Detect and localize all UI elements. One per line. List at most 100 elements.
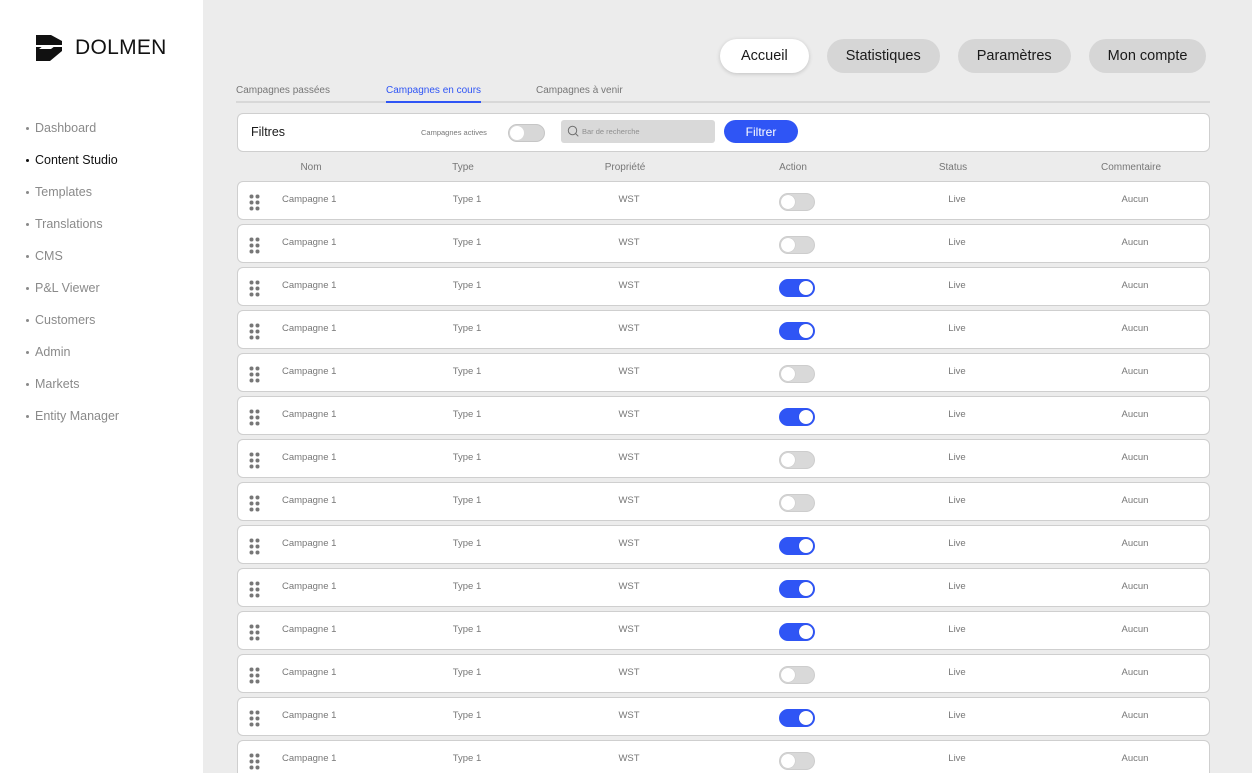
- sidebar-item-templates[interactable]: Templates: [26, 176, 119, 208]
- sidebar-item-label: P&L Viewer: [35, 281, 100, 295]
- cell-type: Type 1: [452, 194, 482, 205]
- sidebar-item-cms[interactable]: CMS: [26, 240, 119, 272]
- drag-handle-icon[interactable]: [249, 194, 260, 211]
- table-row[interactable]: Campagne 1 Type 1 WST Live Aucun: [237, 267, 1210, 306]
- drag-handle-icon[interactable]: [249, 710, 260, 727]
- sidebar-item-label: Dashboard: [35, 121, 97, 135]
- brand-logo[interactable]: DOLMEN: [35, 34, 167, 62]
- search-input[interactable]: [582, 120, 710, 143]
- tab-campagnes-en-cours[interactable]: Campagnes en cours: [386, 82, 482, 103]
- cell-type: Type 1: [452, 280, 482, 291]
- action-toggle[interactable]: [779, 537, 815, 555]
- column-header-nom: Nom: [300, 162, 322, 173]
- statistiques-button[interactable]: Statistiques: [826, 39, 940, 73]
- cell-type: Type 1: [452, 624, 482, 635]
- cell-property: WST: [618, 495, 640, 506]
- cell-name: Campagne 1: [282, 237, 337, 248]
- toggle-knob: [510, 126, 524, 140]
- active-campaigns-toggle[interactable]: [508, 124, 545, 142]
- table-row[interactable]: Campagne 1 Type 1 WST Live Aucun: [237, 611, 1210, 650]
- sidebar-item-entity-manager[interactable]: Entity Manager: [26, 400, 119, 432]
- sidebar-item-customers[interactable]: Customers: [26, 304, 119, 336]
- column-header-type: Type: [452, 162, 474, 173]
- bullet-icon: [26, 254, 29, 258]
- table-row[interactable]: Campagne 1 Type 1 WST Live Aucun: [237, 654, 1210, 693]
- sidebar-item-markets[interactable]: Markets: [26, 368, 119, 400]
- mon-compte-button[interactable]: Mon compte: [1088, 39, 1207, 73]
- brand-name: DOLMEN: [75, 36, 167, 59]
- drag-handle-icon[interactable]: [249, 237, 260, 254]
- cell-property: WST: [618, 538, 640, 549]
- table-row[interactable]: Campagne 1 Type 1 WST Live Aucun: [237, 396, 1210, 435]
- tab-campagnes-passees[interactable]: Campagnes passées: [236, 82, 330, 103]
- drag-handle-icon[interactable]: [249, 280, 260, 297]
- action-toggle[interactable]: [779, 279, 815, 297]
- accueil-button[interactable]: Accueil: [720, 39, 809, 73]
- column-header-commentaire: Commentaire: [1100, 162, 1162, 173]
- toggle-knob: [781, 496, 795, 510]
- drag-handle-icon[interactable]: [249, 323, 260, 340]
- cell-status: Live: [948, 323, 966, 334]
- action-toggle[interactable]: [779, 365, 815, 383]
- toggle-knob: [799, 281, 813, 295]
- cell-type: Type 1: [452, 237, 482, 248]
- action-toggle[interactable]: [779, 752, 815, 770]
- cell-property: WST: [618, 452, 640, 463]
- action-toggle[interactable]: [779, 623, 815, 641]
- filter-bar: Filtres Campagnes actives Filtrer: [237, 113, 1210, 152]
- table-row[interactable]: Campagne 1 Type 1 WST Live Aucun: [237, 740, 1210, 773]
- cell-type: Type 1: [452, 495, 482, 506]
- drag-handle-icon[interactable]: [249, 366, 260, 383]
- search-icon: [567, 125, 579, 137]
- drag-handle-icon[interactable]: [249, 538, 260, 555]
- action-toggle[interactable]: [779, 451, 815, 469]
- drag-handle-icon[interactable]: [249, 667, 260, 684]
- cell-type: Type 1: [452, 409, 482, 420]
- table-row[interactable]: Campagne 1 Type 1 WST Live Aucun: [237, 482, 1210, 521]
- drag-handle-icon[interactable]: [249, 624, 260, 641]
- bullet-icon: [26, 350, 29, 354]
- sidebar-item-dashboard[interactable]: Dashboard: [26, 112, 119, 144]
- action-toggle[interactable]: [779, 236, 815, 254]
- sidebar-item-label: Templates: [35, 185, 92, 199]
- drag-handle-icon[interactable]: [249, 452, 260, 469]
- sidebar-item-label: Content Studio: [35, 153, 118, 167]
- table-row[interactable]: Campagne 1 Type 1 WST Live Aucun: [237, 353, 1210, 392]
- drag-handle-icon[interactable]: [249, 753, 260, 770]
- filter-button[interactable]: Filtrer: [724, 120, 798, 143]
- sidebar-item-content-studio[interactable]: Content Studio: [26, 144, 119, 176]
- drag-handle-icon[interactable]: [249, 409, 260, 426]
- action-toggle[interactable]: [779, 322, 815, 340]
- cell-status: Live: [948, 538, 966, 549]
- cell-status: Live: [948, 581, 966, 592]
- sidebar-item-pl-viewer[interactable]: P&L Viewer: [26, 272, 119, 304]
- drag-handle-icon[interactable]: [249, 581, 260, 598]
- cell-type: Type 1: [452, 452, 482, 463]
- table-row[interactable]: Campagne 1 Type 1 WST Live Aucun: [237, 181, 1210, 220]
- parametres-button[interactable]: Paramètres: [957, 39, 1071, 73]
- sidebar-item-admin[interactable]: Admin: [26, 336, 119, 368]
- table-row[interactable]: Campagne 1 Type 1 WST Live Aucun: [237, 224, 1210, 263]
- bullet-icon: [26, 286, 29, 290]
- search-box: [561, 120, 715, 143]
- action-toggle[interactable]: [779, 709, 815, 727]
- bullet-icon: [26, 126, 29, 130]
- action-toggle[interactable]: [779, 408, 815, 426]
- sidebar-item-label: Translations: [35, 217, 103, 231]
- table-row[interactable]: Campagne 1 Type 1 WST Live Aucun: [237, 697, 1210, 736]
- bullet-icon: [26, 190, 29, 194]
- table-row[interactable]: Campagne 1 Type 1 WST Live Aucun: [237, 310, 1210, 349]
- drag-handle-icon[interactable]: [249, 495, 260, 512]
- action-toggle[interactable]: [779, 666, 815, 684]
- table-row[interactable]: Campagne 1 Type 1 WST Live Aucun: [237, 568, 1210, 607]
- table-row[interactable]: Campagne 1 Type 1 WST Live Aucun: [237, 439, 1210, 478]
- column-header-propriete: Propriété: [604, 162, 646, 173]
- toggle-knob: [799, 625, 813, 639]
- action-toggle[interactable]: [779, 580, 815, 598]
- tab-campagnes-a-venir[interactable]: Campagnes à venir: [536, 82, 623, 103]
- sidebar-item-translations[interactable]: Translations: [26, 208, 119, 240]
- table-row[interactable]: Campagne 1 Type 1 WST Live Aucun: [237, 525, 1210, 564]
- action-toggle[interactable]: [779, 193, 815, 211]
- cell-name: Campagne 1: [282, 624, 337, 635]
- action-toggle[interactable]: [779, 494, 815, 512]
